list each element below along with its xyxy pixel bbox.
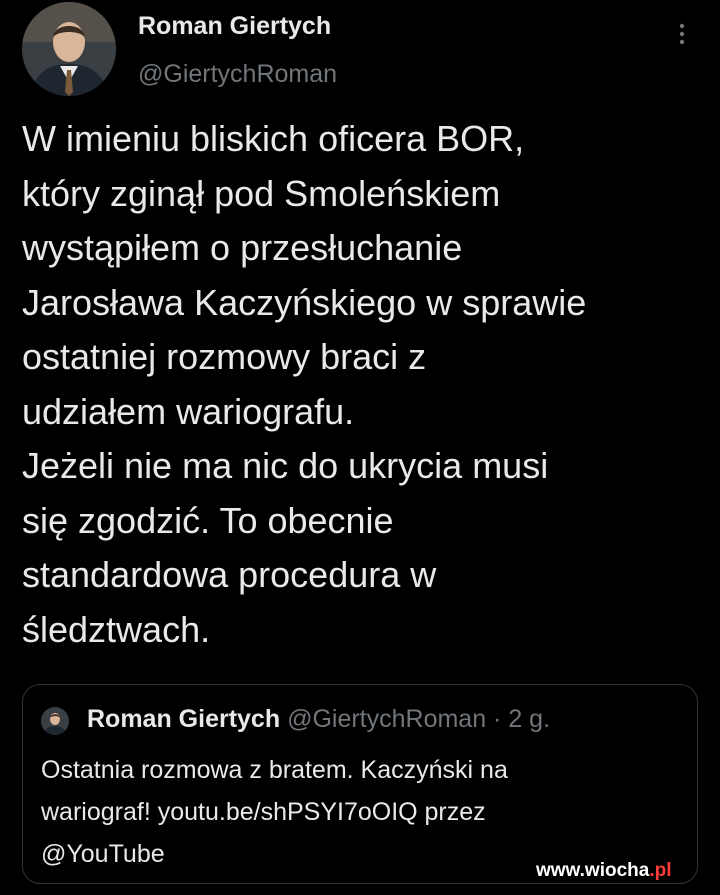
quoted-author-avatar [41,707,69,735]
quoted-author-name: Roman Giertych [87,705,281,733]
quoted-author-photo [41,707,69,735]
more-options-button[interactable] [668,16,696,52]
more-vertical-icon [679,23,685,45]
site-watermark: www.wiocha.pl [536,860,672,882]
author-avatar[interactable] [22,2,116,96]
watermark-site: www.wiocha [536,860,650,881]
author-handle[interactable]: @GiertychRoman [138,60,337,89]
watermark-tld: .pl [649,860,672,881]
tweet-text: W imieniu bliskich oficera BOR, który zg… [22,118,587,650]
quoted-tweet-card[interactable]: Roman Giertych @GiertychRoman · 2 g. Ost… [22,684,698,884]
author-photo [22,2,116,96]
author-name[interactable]: Roman Giertych [138,12,331,41]
quoted-tweet-header: Roman Giertych @GiertychRoman · 2 g. [87,705,550,734]
quoted-tweet-meta: @GiertychRoman · 2 g. [287,705,551,733]
quoted-tweet-text: Ostatnia rozmowa z bratem. Kaczyński na … [41,756,508,868]
